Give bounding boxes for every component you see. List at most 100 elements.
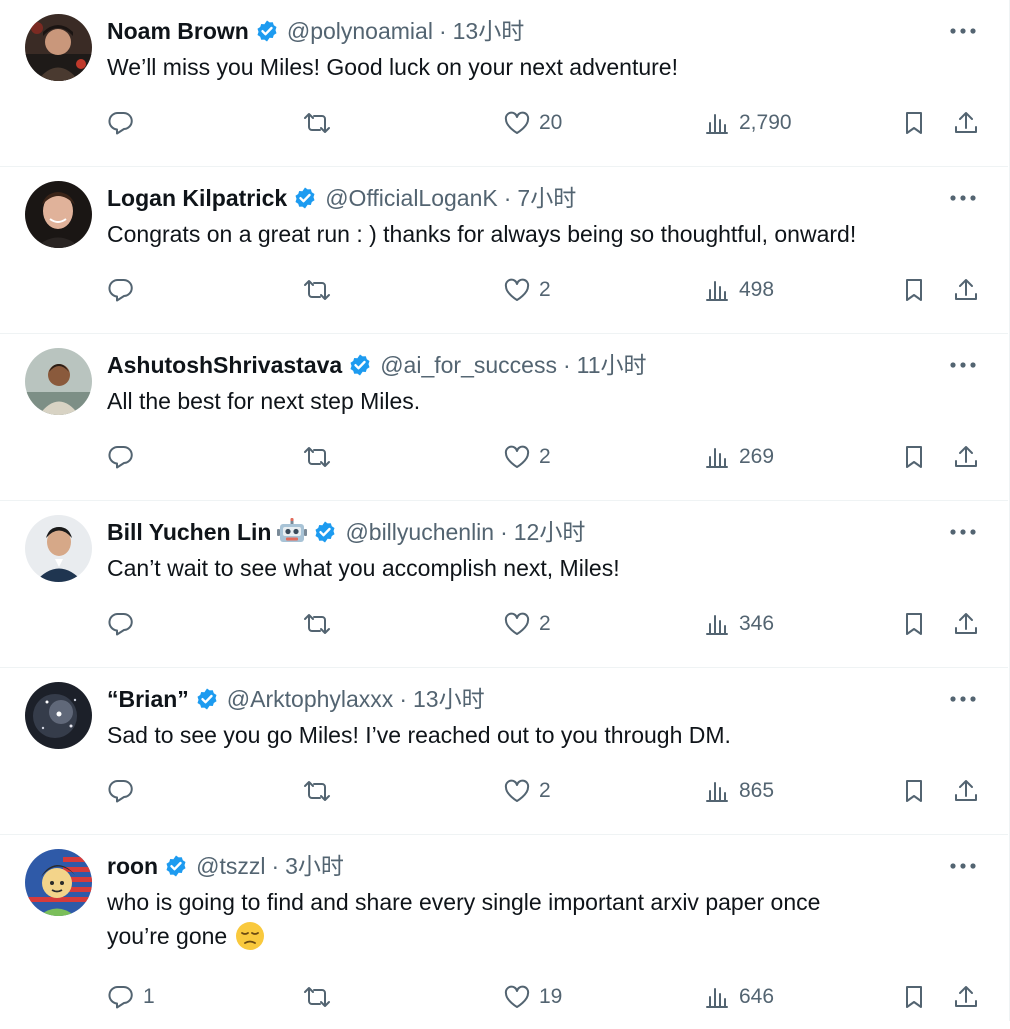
bookmark-icon xyxy=(906,986,922,1008)
separator-dot: · xyxy=(503,185,512,211)
tweet-header: Logan Kilpatrick @OfficialLoganK · 7小时 xyxy=(107,180,576,216)
like-button[interactable]: 2 xyxy=(503,272,551,308)
tweet-header: AshutoshShrivastava @ai_for_success · 11… xyxy=(107,347,647,383)
like-icon xyxy=(504,779,530,802)
views-button[interactable]: 269 xyxy=(703,439,774,475)
like-button[interactable]: 2 xyxy=(503,439,551,475)
views-button[interactable]: 646 xyxy=(703,979,774,1015)
reply-button[interactable] xyxy=(107,773,143,809)
reply-icon xyxy=(108,111,133,135)
tweet-bill-yuchen-lin[interactable]: Bill Yuchen Lin @billyuchenlin · 12小时 Ca… xyxy=(0,501,1008,668)
retweet-button[interactable] xyxy=(303,439,331,475)
share-button[interactable] xyxy=(952,773,980,809)
reply-button[interactable] xyxy=(107,105,143,141)
reply-timeline: Noam Brown @polynoamial · 13小时 We’ll mis… xyxy=(0,0,1010,1021)
tweet-ashutosh-shrivastava[interactable]: AshutoshShrivastava @ai_for_success · 11… xyxy=(0,334,1008,501)
tweet-text-line: you’re gone xyxy=(107,919,967,953)
bookmark-button[interactable] xyxy=(900,773,928,809)
retweet-button[interactable] xyxy=(303,979,331,1015)
reply-icon xyxy=(108,985,133,1009)
reply-button[interactable] xyxy=(107,606,143,642)
timestamp[interactable]: 3小时 xyxy=(285,848,344,884)
timestamp[interactable]: 13小时 xyxy=(453,13,525,49)
bookmark-button[interactable] xyxy=(900,272,928,308)
like-button[interactable]: 2 xyxy=(503,773,551,809)
handle[interactable]: @Arktophylaxxx xyxy=(227,681,394,717)
like-button[interactable]: 2 xyxy=(503,606,551,642)
more-icon[interactable] xyxy=(948,688,978,710)
avatar[interactable] xyxy=(25,14,92,81)
avatar[interactable] xyxy=(25,348,92,415)
like-icon xyxy=(504,111,530,134)
more-icon[interactable] xyxy=(948,20,978,42)
share-button[interactable] xyxy=(952,979,980,1015)
more-icon[interactable] xyxy=(948,855,978,877)
like-button[interactable]: 20 xyxy=(503,105,562,141)
avatar[interactable] xyxy=(25,515,92,582)
avatar[interactable] xyxy=(25,181,92,248)
bookmark-button[interactable] xyxy=(900,105,928,141)
bookmark-icon xyxy=(906,780,922,802)
avatar[interactable] xyxy=(25,682,92,749)
timestamp[interactable]: 11小时 xyxy=(577,347,647,383)
share-icon xyxy=(955,780,977,801)
timestamp[interactable]: 7小时 xyxy=(517,180,576,216)
share-button[interactable] xyxy=(952,105,980,141)
tweet-noam-brown[interactable]: Noam Brown @polynoamial · 13小时 We’ll mis… xyxy=(0,0,1008,167)
bookmark-button[interactable] xyxy=(900,979,928,1015)
more-icon[interactable] xyxy=(948,521,978,543)
tweet-logan-kilpatrick[interactable]: Logan Kilpatrick @OfficialLoganK · 7小时 C… xyxy=(0,167,1008,334)
handle[interactable]: @OfficialLoganK xyxy=(325,180,498,216)
separator-dot: · xyxy=(562,352,571,378)
retweet-icon xyxy=(304,781,330,801)
tweet-roon[interactable]: roon @tszzl · 3小时 who is going to find a… xyxy=(0,835,1008,1029)
separator-dot: · xyxy=(271,853,280,879)
tweet-header: Bill Yuchen Lin @billyuchenlin · 12小时 xyxy=(107,514,585,550)
like-button[interactable]: 19 xyxy=(503,979,562,1015)
display-name[interactable]: “Brian” xyxy=(107,681,189,717)
retweet-icon xyxy=(304,113,330,133)
display-name[interactable]: Logan Kilpatrick xyxy=(107,180,287,216)
display-name[interactable]: Bill Yuchen Lin xyxy=(107,514,271,550)
timestamp[interactable]: 12小时 xyxy=(514,514,586,550)
views-button[interactable]: 346 xyxy=(703,606,774,642)
views-button[interactable]: 865 xyxy=(703,773,774,809)
tweet-brian[interactable]: “Brian” @Arktophylaxxx · 13小时 Sad to see… xyxy=(0,668,1008,835)
reply-button[interactable]: 1 xyxy=(107,979,155,1015)
avatar[interactable] xyxy=(25,849,92,916)
handle[interactable]: @tszzl xyxy=(196,848,265,884)
verified-badge-icon xyxy=(164,854,188,878)
separator-dot: · xyxy=(399,686,407,712)
share-button[interactable] xyxy=(952,606,980,642)
retweet-button[interactable] xyxy=(303,773,331,809)
more-icon[interactable] xyxy=(948,187,978,209)
share-button[interactable] xyxy=(952,439,980,475)
action-bar: 2 498 xyxy=(107,272,982,308)
retweet-button[interactable] xyxy=(303,105,331,141)
handle[interactable]: @ai_for_success xyxy=(380,347,557,383)
verified-badge-icon xyxy=(255,19,279,43)
reply-button[interactable] xyxy=(107,272,143,308)
share-button[interactable] xyxy=(952,272,980,308)
bookmark-button[interactable] xyxy=(900,606,928,642)
views-count: 2,790 xyxy=(739,111,792,134)
more-icon[interactable] xyxy=(948,354,978,376)
like-count: 2 xyxy=(539,779,551,802)
views-button[interactable]: 2,790 xyxy=(703,105,792,141)
verified-badge-icon xyxy=(348,353,372,377)
display-name[interactable]: Noam Brown xyxy=(107,13,249,49)
handle[interactable]: @polynoamial xyxy=(287,13,433,49)
timestamp[interactable]: 13小时 xyxy=(413,681,485,717)
bookmark-button[interactable] xyxy=(900,439,928,475)
views-button[interactable]: 498 xyxy=(703,272,774,308)
handle[interactable]: @billyuchenlin xyxy=(345,514,494,550)
pensive-face-emoji xyxy=(235,921,265,951)
retweet-button[interactable] xyxy=(303,272,331,308)
views-icon xyxy=(706,615,728,635)
bookmark-icon xyxy=(906,446,922,468)
retweet-button[interactable] xyxy=(303,606,331,642)
display-name[interactable]: roon xyxy=(107,848,158,884)
like-icon xyxy=(504,278,530,301)
reply-button[interactable] xyxy=(107,439,143,475)
display-name[interactable]: AshutoshShrivastava xyxy=(107,347,342,383)
